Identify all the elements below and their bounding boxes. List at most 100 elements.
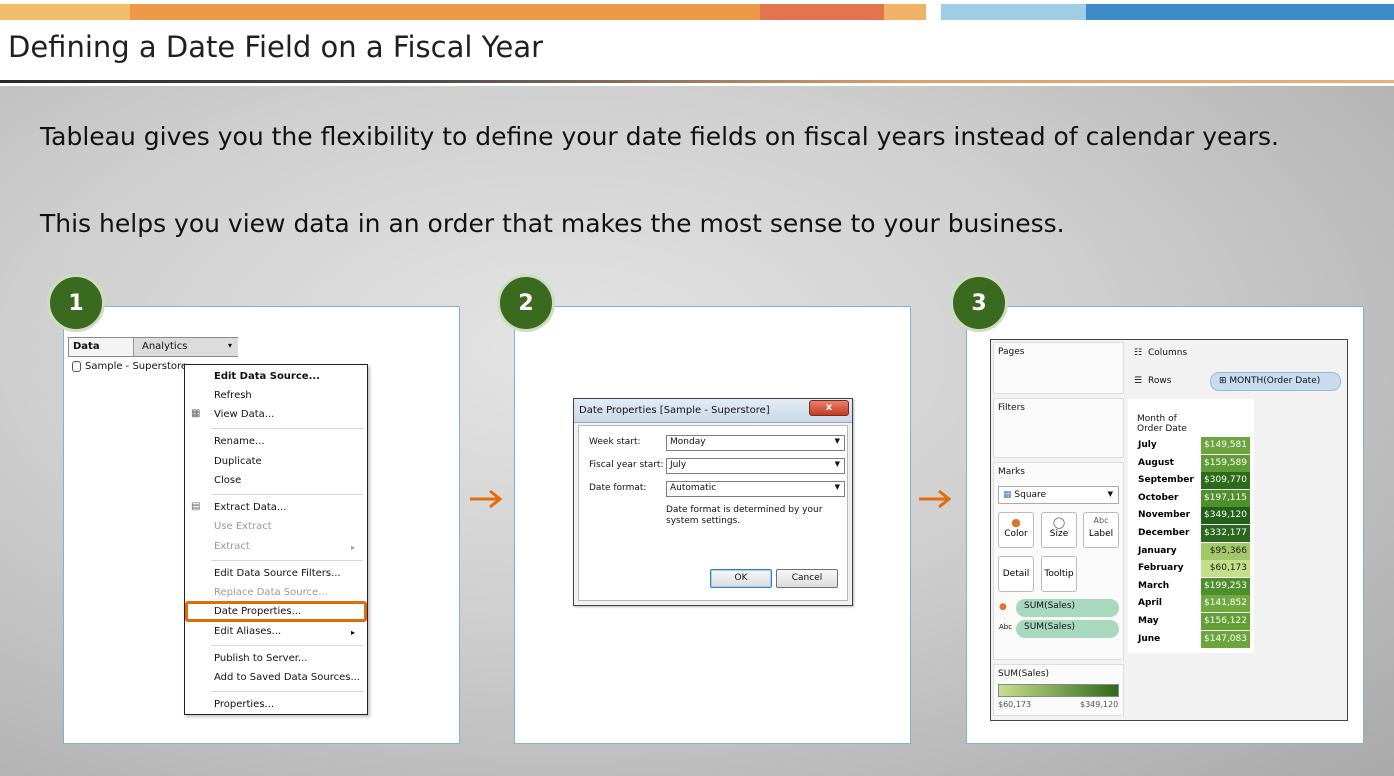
label-card-label: Label <box>1088 529 1114 539</box>
table-row-month: August <box>1138 458 1174 468</box>
pages-label: Pages <box>998 347 1025 357</box>
fiscal-year-start-value: July <box>670 460 687 470</box>
ok-button[interactable]: OK <box>710 569 772 588</box>
menu-divider <box>211 691 363 692</box>
tab-analytics-label: Analytics <box>142 341 188 352</box>
mark-type-select[interactable]: ▦ Square ▼ <box>998 486 1119 504</box>
legend-title: SUM(Sales) <box>998 669 1050 679</box>
expand-icon: ⊞ <box>1219 376 1227 386</box>
menu-item-close[interactable]: Close <box>214 475 241 486</box>
legend-min: $60,173 <box>998 700 1032 709</box>
view-data-icon: ▦ <box>191 408 201 419</box>
menu-item-edit-aliases[interactable]: Edit Aliases... <box>214 626 281 637</box>
intro-line-1: Tableau gives you the flexibility to def… <box>40 122 1280 151</box>
filters-shelf[interactable]: Filters <box>993 398 1124 458</box>
datasource-item[interactable]: Sample - Superstore <box>72 361 187 372</box>
tab-analytics[interactable]: Analytics ▾ <box>133 338 238 356</box>
table-row-value: $159,589 <box>1201 455 1250 472</box>
menu-item-rename[interactable]: Rename... <box>214 436 265 447</box>
fiscal-year-start-label: Fiscal year start: <box>589 460 664 470</box>
table-row-value: $95,366 <box>1201 543 1250 560</box>
datasource-label: Sample - Superstore <box>85 361 188 372</box>
detail-card[interactable]: Detail <box>998 556 1034 592</box>
menu-item-add-saved[interactable]: Add to Saved Data Sources... <box>214 672 360 683</box>
menu-item-view-data[interactable]: View Data... <box>214 409 274 420</box>
table-row-value: $349,120 <box>1201 507 1250 524</box>
size-icon: ◯ <box>1052 516 1066 529</box>
table-row-month: September <box>1138 475 1194 485</box>
size-card-label: Size <box>1049 529 1069 539</box>
columns-shelf[interactable]: ☷ Columns <box>1128 342 1344 366</box>
menu-item-edit-filters[interactable]: Edit Data Source Filters... <box>214 568 341 579</box>
color-field-label: SUM(Sales) <box>1024 601 1076 611</box>
table-row-value: $149,581 <box>1201 437 1250 454</box>
extract-icon: ▤ <box>191 501 201 512</box>
color-legend-gradient <box>998 684 1119 697</box>
menu-divider <box>211 428 363 429</box>
menu-item-publish[interactable]: Publish to Server... <box>214 653 307 664</box>
pages-shelf[interactable]: Pages <box>993 342 1124 394</box>
table-row-month: June <box>1138 634 1161 644</box>
menu-item-duplicate[interactable]: Duplicate <box>214 456 262 467</box>
rows-field-label: MONTH(Order Date) <box>1229 376 1321 386</box>
bar-segment <box>1086 4 1394 20</box>
rows-icon: ☰ <box>1134 376 1143 386</box>
page-title: Defining a Date Field on a Fiscal Year <box>8 30 544 64</box>
menu-divider <box>211 645 363 646</box>
tooltip-card[interactable]: Tooltip <box>1041 556 1077 592</box>
table-row-value: $309,770 <box>1201 472 1250 489</box>
label-field-label: SUM(Sales) <box>1024 622 1076 632</box>
rows-field-pill[interactable]: ⊞ MONTH(Order Date) <box>1210 372 1341 391</box>
menu-divider <box>211 560 363 561</box>
menu-item-replace-data-source: Replace Data Source... <box>214 587 328 598</box>
tab-data[interactable]: Data <box>73 341 100 352</box>
date-format-select[interactable]: Automatic ▼ <box>666 481 845 497</box>
table-row-month: October <box>1138 493 1179 503</box>
square-mark-icon: ▦ <box>1003 490 1012 500</box>
week-start-label: Week start: <box>589 437 641 447</box>
menu-item-properties[interactable]: Properties... <box>214 699 274 710</box>
date-properties-dialog: Date Properties [Sample - Superstore] x … <box>573 398 853 606</box>
menu-item-edit-data-source[interactable]: Edit Data Source... <box>214 371 320 382</box>
chevron-down-icon: ▼ <box>834 437 840 445</box>
submenu-arrow-icon: ▸ <box>350 628 355 637</box>
title-divider <box>0 80 1394 83</box>
fiscal-year-start-select[interactable]: July ▼ <box>666 458 845 474</box>
close-icon[interactable]: x <box>809 400 849 416</box>
submenu-arrow-icon: ▸ <box>350 543 355 552</box>
decorative-top-bar <box>0 0 1394 20</box>
week-start-select[interactable]: Monday ▼ <box>666 435 845 451</box>
table-row-month: May <box>1138 616 1159 626</box>
table-row-month: January <box>1138 546 1177 556</box>
color-card[interactable]: ● Color <box>998 512 1034 548</box>
bar-segment <box>884 4 926 20</box>
menu-item-refresh[interactable]: Refresh <box>214 390 252 401</box>
marks-label: Marks <box>998 467 1025 477</box>
step-2-badge: 2 <box>497 274 555 332</box>
menu-item-extract-data[interactable]: Extract Data... <box>214 502 286 513</box>
date-format-note: Date format is determined by your system… <box>666 505 823 526</box>
datasource-context-menu: Edit Data Source... Refresh ▦ View Data.… <box>184 364 368 715</box>
tab-menu-icon: ▾ <box>227 341 232 350</box>
columns-icon: ☷ <box>1134 348 1143 358</box>
chevron-down-icon: ▼ <box>834 460 840 468</box>
size-card[interactable]: ◯ Size <box>1041 512 1077 548</box>
data-pane-tabs: Data Analytics ▾ <box>68 337 238 357</box>
label-field-pill[interactable]: SUM(Sales) <box>1016 620 1119 638</box>
label-card[interactable]: Abc Label <box>1083 512 1119 548</box>
color-field-pill[interactable]: SUM(Sales) <box>1016 599 1119 617</box>
color-card-label: Color <box>1004 529 1028 539</box>
legend-max: $349,120 <box>1080 700 1119 709</box>
rows-label: Rows <box>1148 376 1172 386</box>
table-row-month: December <box>1138 528 1190 538</box>
menu-item-use-extract: Use Extract <box>214 521 272 532</box>
cancel-button[interactable]: Cancel <box>776 569 838 588</box>
table-row-month: April <box>1138 598 1163 608</box>
step-1-badge: 1 <box>47 274 105 332</box>
table-row-value: $332,177 <box>1201 525 1250 542</box>
table-row-value: $156,122 <box>1201 613 1250 630</box>
date-format-value: Automatic <box>670 483 717 493</box>
table-row-month: July <box>1138 440 1157 450</box>
step-3-badge: 3 <box>950 274 1008 332</box>
table-row-value: $60,173 <box>1201 560 1250 577</box>
